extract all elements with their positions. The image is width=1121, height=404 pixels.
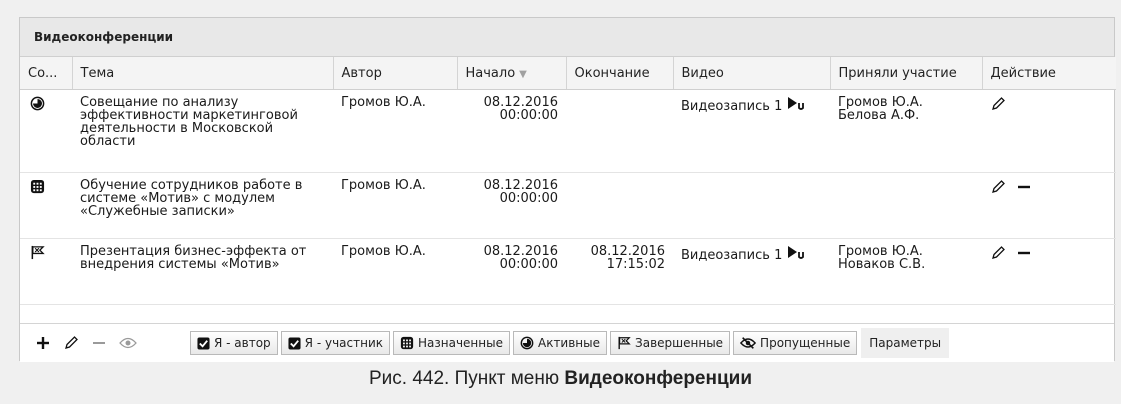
start-time: 00:00:00: [499, 257, 558, 272]
checkbox-checked-icon: [197, 336, 210, 350]
end-time: 17:15:02: [606, 257, 665, 272]
column-header-start[interactable]: Начало ▼: [457, 57, 567, 90]
start-cell: 08.12.2016 00:00:00: [457, 89, 566, 173]
eye-icon: [119, 337, 137, 349]
topic-cell: Обучение сотрудников работе в системе «М…: [72, 172, 333, 239]
filter-finished-button[interactable]: Завершенные: [610, 331, 731, 355]
filter-participant-button[interactable]: Я - участник: [280, 331, 390, 355]
figure-caption: Рис. 442. Пункт меню Видеоконференции: [0, 368, 1121, 390]
table-header-row: Со... Тема Автор Начало ▼ Окончание Видео…: [20, 57, 1116, 90]
edit-button[interactable]: [62, 330, 80, 356]
table-row[interactable]: Презентация бизнес-эффекта от внедрения …: [20, 238, 1116, 305]
scheduled-status-icon: [30, 179, 45, 194]
delete-button[interactable]: [90, 330, 108, 356]
minus-icon: [93, 342, 105, 344]
participants-cell: Громов Ю.А. Новаков С.В.: [830, 238, 982, 305]
actions-cell: [982, 238, 1116, 305]
bottom-toolbar: Я - автор Я - участник Назначенные Актив…: [20, 323, 1114, 362]
calendar-grid-icon: [400, 336, 414, 350]
end-cell: 08.12.2016 17:15:02: [566, 238, 673, 305]
filter-assigned-label: Назначенные: [418, 336, 503, 350]
eye-slash-icon: [740, 337, 757, 349]
video-cell[interactable]: Видеозапись 1: [673, 89, 830, 173]
checkbox-checked-icon: [288, 336, 301, 350]
finished-flag-icon: [30, 245, 45, 260]
filter-participant-label: Я - участник: [304, 336, 383, 350]
column-header-video[interactable]: Видео: [673, 57, 831, 90]
filter-active-button[interactable]: Активные: [512, 331, 608, 355]
panel-title: Видеоконференции: [20, 18, 1114, 57]
video-link[interactable]: Видеозапись 1: [681, 99, 782, 114]
author-cell: Громов Ю.А.: [333, 238, 457, 305]
start-time: 00:00:00: [499, 191, 558, 206]
end-cell: [566, 89, 673, 173]
column-header-action[interactable]: Действие: [982, 57, 1116, 90]
view-button[interactable]: [118, 330, 138, 356]
status-cell: [20, 172, 72, 239]
filter-active-label: Активные: [537, 336, 601, 350]
filter-assigned-button[interactable]: Назначенные: [393, 331, 510, 355]
end-cell: [566, 172, 673, 239]
column-header-start-label: Начало: [465, 65, 516, 81]
edit-pencil-icon[interactable]: [990, 96, 1006, 112]
caption-bold: Видеоконференции: [564, 368, 753, 389]
participants-cell: Громов Ю.А. Белова А.Ф.: [830, 89, 982, 173]
status-cell: [20, 89, 72, 173]
topic-cell: Совещание по анализу эффективности марке…: [72, 89, 333, 173]
video-link[interactable]: Видеозапись 1: [681, 248, 782, 263]
filter-finished-label: Завершенные: [635, 336, 724, 350]
add-button[interactable]: [34, 330, 52, 356]
plus-icon: [37, 337, 49, 349]
author-cell: Громов Ю.А.: [333, 172, 457, 239]
table-row[interactable]: Совещание по анализу эффективности марке…: [20, 89, 1116, 173]
caption-prefix: Рис. 442. Пункт меню: [368, 368, 565, 389]
parameters-button[interactable]: Параметры: [861, 328, 950, 358]
start-cell: 08.12.2016 00:00:00: [457, 172, 566, 239]
conference-table: Со... Тема Автор Начало ▼ Окончание Видео…: [20, 57, 1116, 305]
play-download-icon[interactable]: [787, 96, 805, 110]
start-cell: 08.12.2016 00:00:00: [457, 238, 566, 305]
edit-pencil-icon[interactable]: [990, 245, 1006, 261]
actions-cell: [982, 89, 1116, 173]
filter-author-label: Я - автор: [214, 336, 271, 350]
column-header-status[interactable]: Со...: [20, 57, 73, 90]
author-cell: Громов Ю.А.: [333, 89, 457, 173]
sort-desc-icon: ▼: [519, 68, 527, 80]
column-header-end[interactable]: Окончание: [566, 57, 674, 90]
filter-missed-label: Пропущенные: [760, 336, 851, 350]
filter-author-button[interactable]: Я - автор: [190, 331, 278, 355]
remove-minus-icon[interactable]: [1016, 179, 1032, 195]
table-row[interactable]: Обучение сотрудников работе в системе «М…: [20, 172, 1116, 239]
column-header-author[interactable]: Автор: [333, 57, 458, 90]
edit-pencil-icon[interactable]: [990, 179, 1006, 195]
active-status-icon: [30, 96, 45, 111]
active-circle-icon: [520, 336, 534, 350]
column-header-topic[interactable]: Тема: [72, 57, 334, 90]
filter-missed-button[interactable]: Пропущенные: [733, 331, 858, 355]
status-cell: [20, 238, 72, 305]
videoconference-panel: Видеоконференции Со... Тема Автор Начало…: [19, 17, 1116, 362]
video-cell: [673, 172, 830, 239]
participant-name: Белова А.Ф.: [838, 108, 920, 123]
start-time: 00:00:00: [499, 108, 558, 123]
play-download-icon[interactable]: [787, 245, 805, 259]
column-header-participants[interactable]: Приняли участие: [830, 57, 983, 90]
video-cell[interactable]: Видеозапись 1: [673, 238, 830, 305]
remove-minus-icon[interactable]: [1016, 245, 1032, 261]
participant-name: Новаков С.В.: [838, 257, 926, 272]
actions-cell: [982, 172, 1116, 239]
topic-cell: Презентация бизнес-эффекта от внедрения …: [72, 238, 333, 305]
flag-icon: [618, 336, 631, 350]
participants-cell: [830, 172, 982, 239]
pencil-icon: [65, 336, 78, 349]
